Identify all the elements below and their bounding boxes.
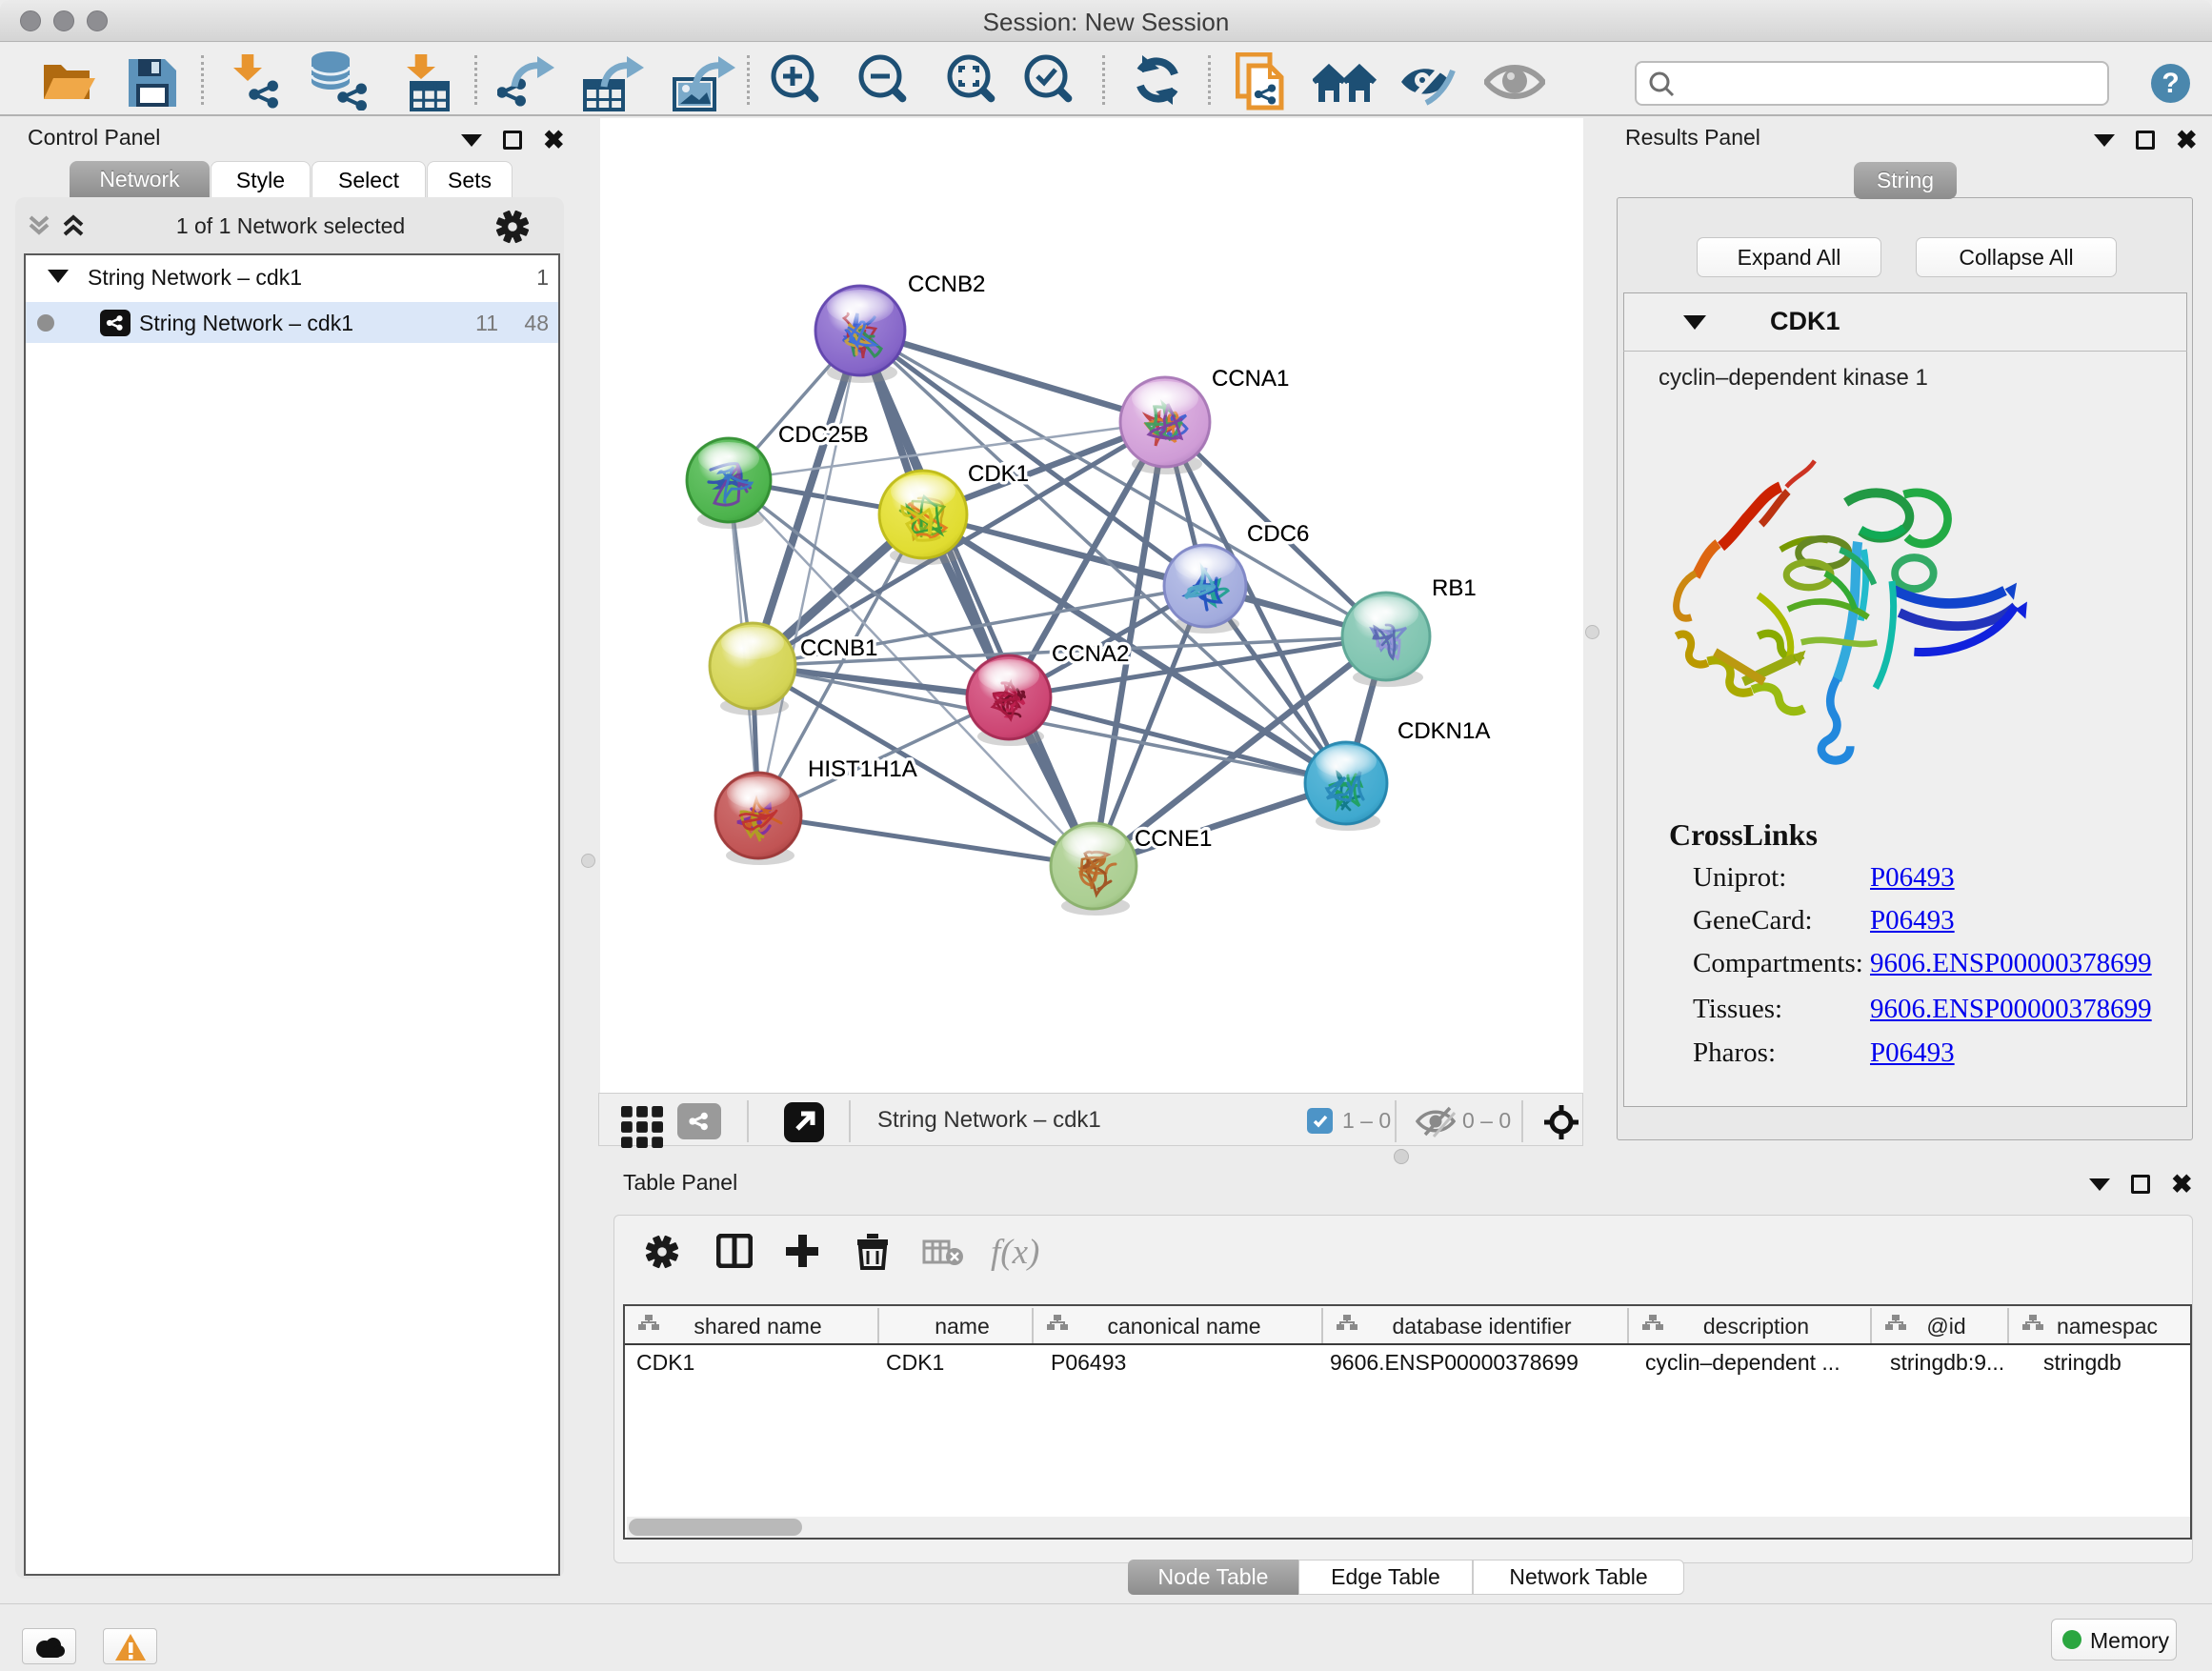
svg-text:CDC25B: CDC25B — [778, 422, 869, 448]
svg-text:CCNB2: CCNB2 — [908, 272, 985, 297]
svg-text:HIST1H1A: HIST1H1A — [808, 756, 917, 782]
svg-text:CCNA2: CCNA2 — [1052, 641, 1129, 667]
svg-text:CCNA1: CCNA1 — [1212, 366, 1289, 392]
svg-text:CDK1: CDK1 — [968, 461, 1029, 487]
svg-text:CDC6: CDC6 — [1247, 521, 1309, 547]
svg-text:CCNE1: CCNE1 — [1135, 826, 1212, 852]
svg-text:CDKN1A: CDKN1A — [1398, 718, 1490, 744]
svg-text:CCNB1: CCNB1 — [800, 635, 877, 661]
svg-text:RB1: RB1 — [1432, 575, 1477, 601]
